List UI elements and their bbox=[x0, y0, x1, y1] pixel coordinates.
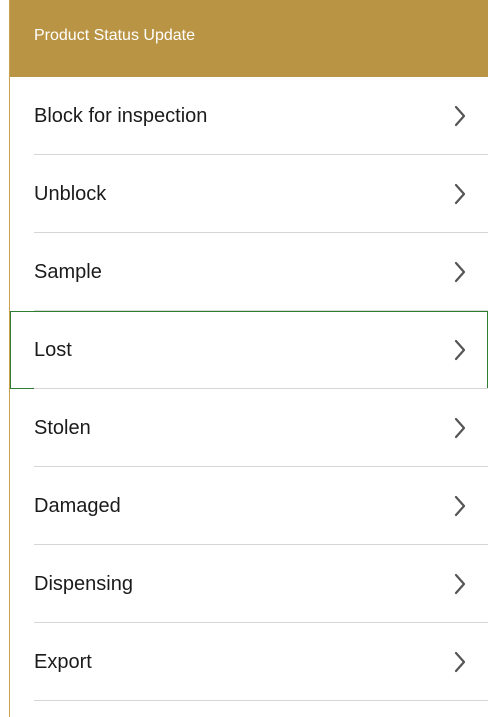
menu-item-label: Dispensing bbox=[34, 572, 133, 595]
chevron-right-icon bbox=[454, 339, 466, 361]
menu-item-label: Block for inspection bbox=[34, 104, 208, 127]
chevron-right-icon bbox=[454, 105, 466, 127]
chevron-right-icon bbox=[454, 573, 466, 595]
menu-item-damaged[interactable]: Damaged bbox=[10, 467, 488, 545]
menu-item-dispensing[interactable]: Dispensing bbox=[10, 545, 488, 623]
menu-item-lost[interactable]: Lost bbox=[10, 311, 488, 389]
status-update-screen: Product Status Update Block for inspecti… bbox=[0, 0, 488, 717]
menu-item-label: Lost bbox=[34, 338, 72, 361]
chevron-right-icon bbox=[454, 183, 466, 205]
chevron-right-icon bbox=[454, 651, 466, 673]
header-bar: Product Status Update bbox=[10, 0, 488, 77]
menu-item-label: Damaged bbox=[34, 494, 121, 517]
menu-item-label: Export bbox=[34, 650, 92, 673]
menu-item-label: Unblock bbox=[34, 182, 107, 205]
menu-item-stolen[interactable]: Stolen bbox=[10, 389, 488, 467]
divider bbox=[34, 700, 488, 701]
chevron-right-icon bbox=[454, 261, 466, 283]
menu-item-unblock[interactable]: Unblock bbox=[10, 155, 488, 233]
status-menu: Block for inspection Unblock Sample Lost… bbox=[10, 77, 488, 701]
menu-item-export[interactable]: Export bbox=[10, 623, 488, 701]
page-title: Product Status Update bbox=[34, 26, 195, 44]
menu-item-label: Stolen bbox=[34, 416, 91, 439]
menu-item-label: Sample bbox=[34, 260, 102, 283]
chevron-right-icon bbox=[454, 417, 466, 439]
menu-item-block-for-inspection[interactable]: Block for inspection bbox=[10, 77, 488, 155]
menu-item-sample[interactable]: Sample bbox=[10, 233, 488, 311]
chevron-right-icon bbox=[454, 495, 466, 517]
